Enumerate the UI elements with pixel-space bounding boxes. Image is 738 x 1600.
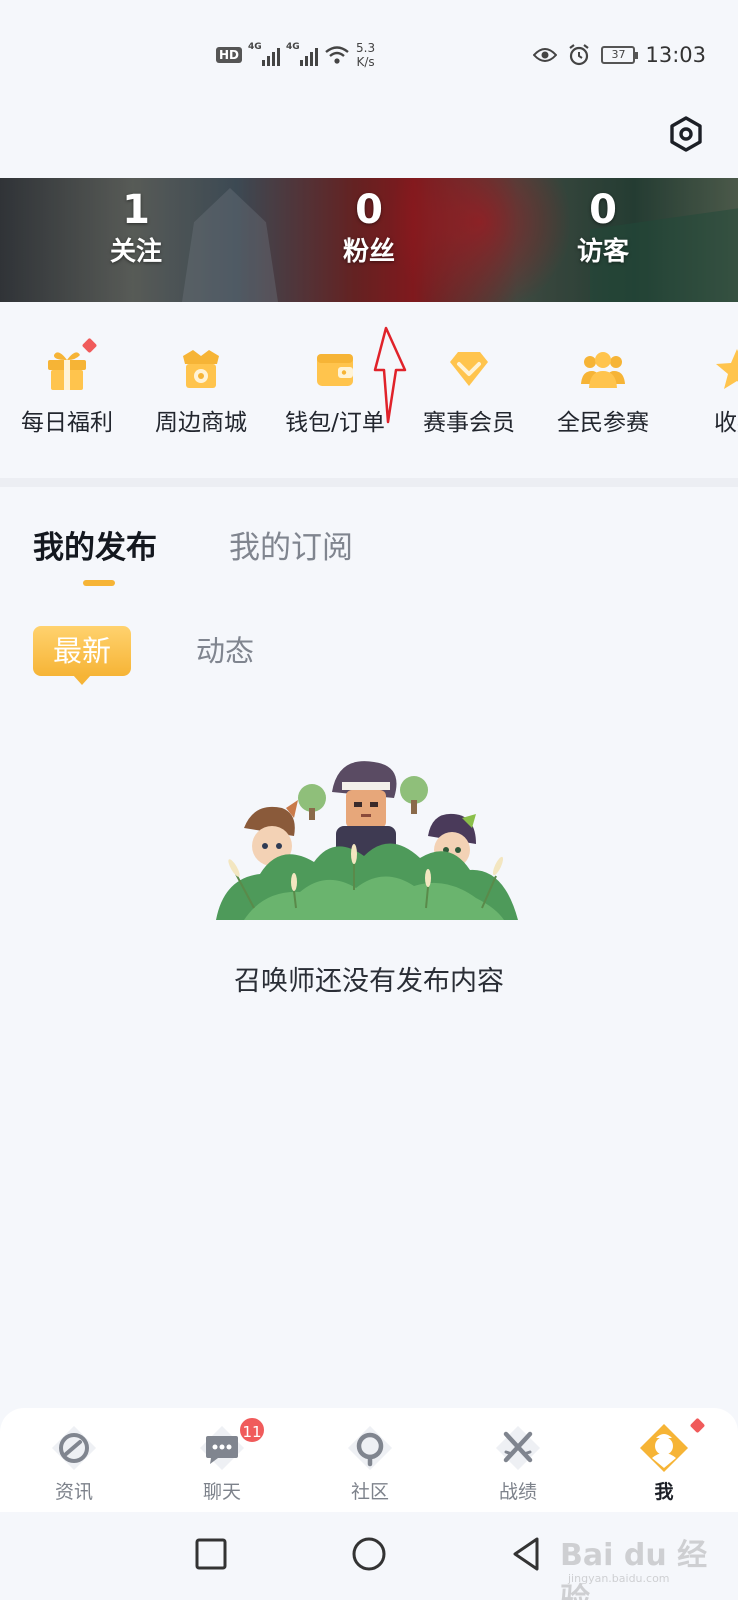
- speed-unit: K/s: [356, 55, 375, 69]
- nav-label: 我: [654, 1481, 674, 1503]
- stat-label: 关注: [109, 237, 162, 267]
- speed-value: 5.3: [356, 41, 376, 55]
- wifi-icon: [325, 46, 349, 64]
- clock: 13:03: [645, 43, 706, 67]
- nav-label: 资讯: [54, 1481, 93, 1503]
- stat-label: 访客: [576, 237, 629, 267]
- empty-state-text: 召唤师还没有发布内容: [234, 966, 504, 997]
- bottom-nav: 资讯 11 聊天 社区 战绩 我: [0, 1408, 738, 1512]
- menu-label: 周边商城: [155, 410, 247, 436]
- stat-following[interactable]: 1 关注: [66, 178, 206, 302]
- menu-label: 收藏: [714, 410, 738, 436]
- signal-icon: 4G: [248, 42, 281, 66]
- stat-value: 0: [355, 187, 383, 233]
- stat-value: 1: [122, 187, 150, 233]
- eye-icon: [533, 48, 558, 62]
- network-speed: 5.3 K/s: [356, 41, 375, 69]
- quick-menu: 每日福利 周边商城 钱包/订单 赛事会员 全民参赛 收: [0, 302, 738, 478]
- status-bar: HD 4G 4G 5.3 K/s 37 13:03: [0, 0, 738, 100]
- menu-label: 全民参赛: [557, 410, 649, 436]
- nav-label: 聊天: [202, 1481, 241, 1503]
- wallet-icon: [317, 354, 353, 386]
- subtab-latest[interactable]: 最新: [33, 626, 131, 685]
- subtab-dynamics[interactable]: 动态: [196, 630, 254, 672]
- profile-banner: 1 关注 0 粉丝 0 访客: [0, 178, 738, 302]
- stat-fans[interactable]: 0 粉丝: [299, 178, 439, 302]
- menu-all-compete[interactable]: 全民参赛: [536, 302, 670, 478]
- hd-indicator: HD: [216, 47, 243, 63]
- gift-icon: [48, 352, 86, 390]
- community-icon: [348, 1426, 392, 1470]
- new-dot: [689, 1417, 706, 1434]
- me-icon: [640, 1424, 688, 1472]
- status-right: 37 13:03: [533, 40, 706, 70]
- stat-value: 0: [589, 187, 617, 233]
- home-button[interactable]: [349, 1534, 389, 1574]
- stat-label: 粉丝: [342, 237, 395, 267]
- watermark: Bai du 经验 jingyan.baidu.com: [560, 1530, 730, 1600]
- menu-merch-shop[interactable]: 周边商城: [134, 302, 268, 478]
- team-icon: [581, 352, 625, 388]
- hexagon-settings-icon: [670, 116, 702, 152]
- battery-icon: 37: [601, 46, 639, 64]
- tab-my-subscriptions[interactable]: 我的订阅: [229, 526, 353, 570]
- nav-label: 社区: [350, 1481, 389, 1503]
- tab-my-posts[interactable]: 我的发布: [33, 526, 157, 570]
- menu-daily-welfare[interactable]: 每日福利: [0, 302, 134, 478]
- network-type-1: 4G: [248, 42, 262, 52]
- nav-records[interactable]: 战绩: [444, 1408, 592, 1512]
- shop-icon: [183, 350, 219, 388]
- settings-button[interactable]: [666, 114, 706, 154]
- menu-label: 赛事会员: [423, 410, 515, 436]
- swords-icon: [496, 1426, 540, 1470]
- recent-apps-button[interactable]: [191, 1534, 231, 1574]
- nav-me[interactable]: 我: [590, 1408, 738, 1512]
- menu-favorites[interactable]: 收藏: [670, 302, 738, 478]
- watermark-url: jingyan.baidu.com: [568, 1572, 670, 1585]
- menu-event-membership[interactable]: 赛事会员: [402, 302, 536, 478]
- status-left: HD 4G 4G 5.3 K/s: [216, 38, 375, 72]
- nav-chat[interactable]: 11 聊天: [148, 1408, 296, 1512]
- empty-state-illustration: [216, 761, 518, 920]
- nav-news[interactable]: 资讯: [0, 1408, 148, 1512]
- nav-label: 战绩: [498, 1481, 537, 1503]
- alarm-icon: [569, 44, 590, 66]
- star-icon: [716, 349, 738, 389]
- diamond-icon: [450, 352, 488, 386]
- signal-icon-2: 4G: [286, 42, 319, 66]
- back-button[interactable]: [506, 1534, 546, 1574]
- section-divider: [0, 478, 738, 487]
- network-type-2: 4G: [286, 42, 300, 52]
- watermark-logo: Bai du 经验: [560, 1538, 708, 1600]
- stat-visitors[interactable]: 0 访客: [533, 178, 673, 302]
- nav-community[interactable]: 社区: [296, 1408, 444, 1512]
- menu-label: 每日福利: [21, 410, 113, 436]
- unread-badge: 11: [238, 1416, 266, 1444]
- news-icon: [52, 1426, 96, 1470]
- active-tab-indicator: [83, 580, 115, 586]
